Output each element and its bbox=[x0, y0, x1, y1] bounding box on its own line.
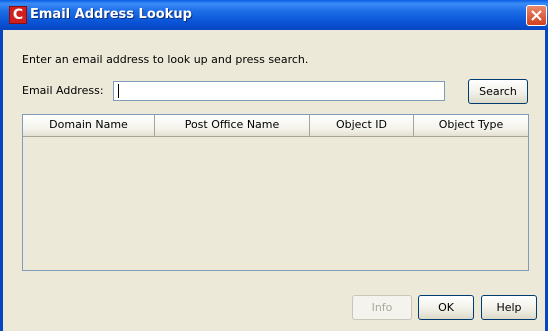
instruction-text: Enter an email address to look up and pr… bbox=[22, 53, 309, 66]
window-border-left bbox=[0, 30, 3, 331]
email-address-input[interactable] bbox=[113, 81, 445, 101]
results-table[interactable]: Domain Name Post Office Name Object ID O… bbox=[22, 114, 529, 271]
column-header-object-id[interactable]: Object ID bbox=[310, 115, 414, 137]
app-icon: C bbox=[9, 6, 27, 24]
info-button[interactable]: Info bbox=[352, 295, 412, 320]
table-header: Domain Name Post Office Name Object ID O… bbox=[23, 115, 528, 137]
ok-button[interactable]: OK bbox=[418, 295, 474, 320]
close-icon bbox=[531, 10, 542, 21]
text-caret bbox=[118, 84, 119, 98]
search-button[interactable]: Search bbox=[468, 79, 528, 104]
title-bar[interactable]: C Email Address Lookup bbox=[0, 0, 548, 30]
help-button[interactable]: Help bbox=[481, 295, 537, 320]
email-lookup-dialog: C Email Address Lookup Enter an email ad… bbox=[0, 0, 548, 331]
window-title: Email Address Lookup bbox=[30, 7, 192, 22]
table-body[interactable] bbox=[23, 137, 528, 270]
close-button[interactable] bbox=[526, 5, 547, 26]
column-header-post-office-name[interactable]: Post Office Name bbox=[155, 115, 310, 137]
column-header-object-type[interactable]: Object Type bbox=[414, 115, 528, 137]
email-address-label: Email Address: bbox=[22, 84, 104, 97]
column-header-domain-name[interactable]: Domain Name bbox=[23, 115, 155, 137]
